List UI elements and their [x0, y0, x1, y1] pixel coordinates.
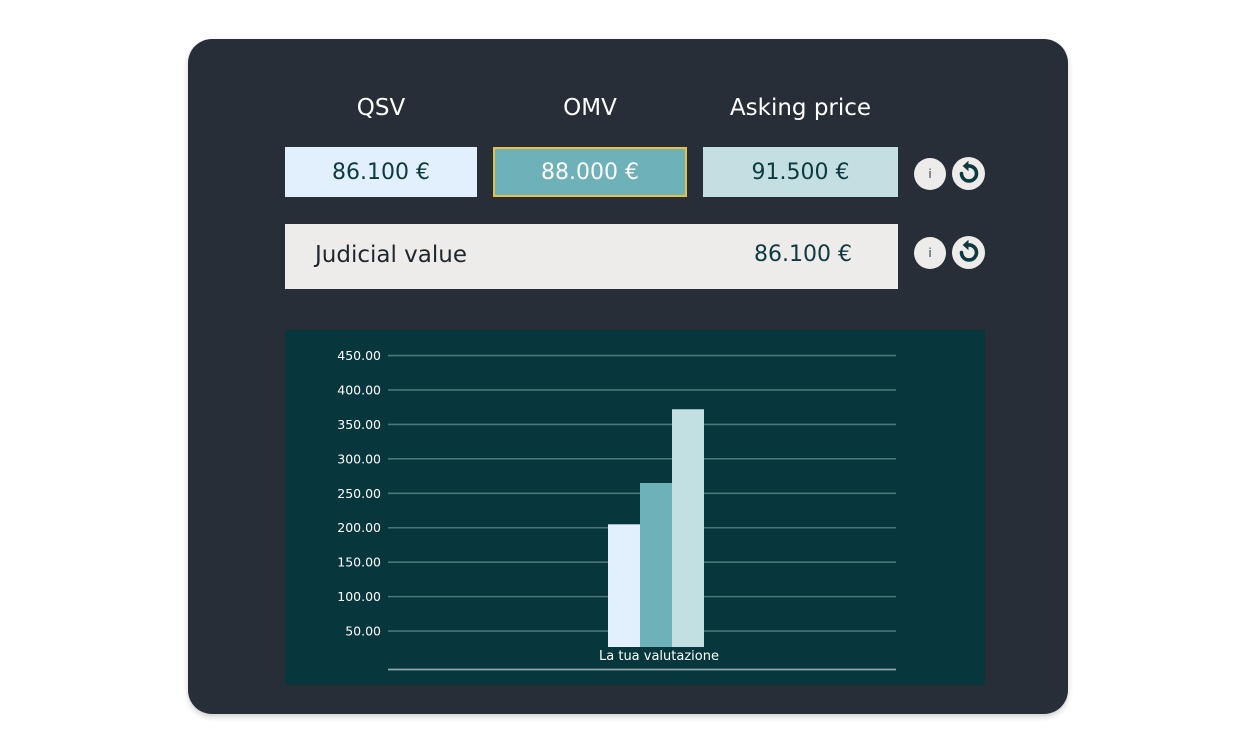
omv-value-field[interactable]: 88.000 €: [493, 147, 687, 197]
info-icon: i: [928, 167, 932, 181]
valuation-chart: 50.00 100.00 150.00 200.00 250.00 300.00 350.0…: [285, 330, 985, 685]
reset-icon: [959, 239, 979, 262]
bar-chart: 50.00 100.00 150.00 200.00 250.00 300.00 350.0…: [337, 348, 896, 671]
judicial-reset-button[interactable]: [952, 236, 985, 269]
y-tick-label: 100.00: [337, 589, 381, 604]
reset-icon: [959, 160, 979, 183]
judicial-value-row: Judicial value 86.100 €: [285, 224, 898, 289]
y-tick-label: 350.00: [337, 417, 381, 432]
qsv-header: QSV: [356, 95, 406, 121]
y-tick-label: 50.00: [345, 624, 381, 639]
asking-price-value-field[interactable]: 91.500 €: [703, 147, 898, 197]
judicial-info-button[interactable]: i: [914, 237, 946, 269]
judicial-value-label: Judicial value: [315, 242, 468, 268]
bar: [608, 524, 640, 647]
bar: [640, 482, 672, 647]
y-tick-label: 300.00: [337, 451, 381, 466]
y-tick-label: 250.00: [337, 486, 381, 501]
y-tick-label: 200.00: [337, 520, 381, 535]
qsv-value-field[interactable]: 86.100 €: [285, 147, 477, 197]
y-tick-label: 150.00: [337, 555, 381, 570]
omv-header: OMV: [563, 95, 617, 121]
price-reset-button[interactable]: [952, 157, 985, 190]
asking-price-header: Asking price: [729, 95, 872, 121]
bar: [672, 409, 704, 647]
x-category-label: La tua valutazione: [599, 649, 719, 664]
price-info-button[interactable]: i: [914, 158, 946, 190]
y-tick-label: 450.00: [337, 348, 381, 363]
judicial-value-amount: 86.100 €: [754, 242, 852, 267]
y-tick-label: 400.00: [337, 382, 381, 397]
info-icon: i: [928, 246, 932, 260]
